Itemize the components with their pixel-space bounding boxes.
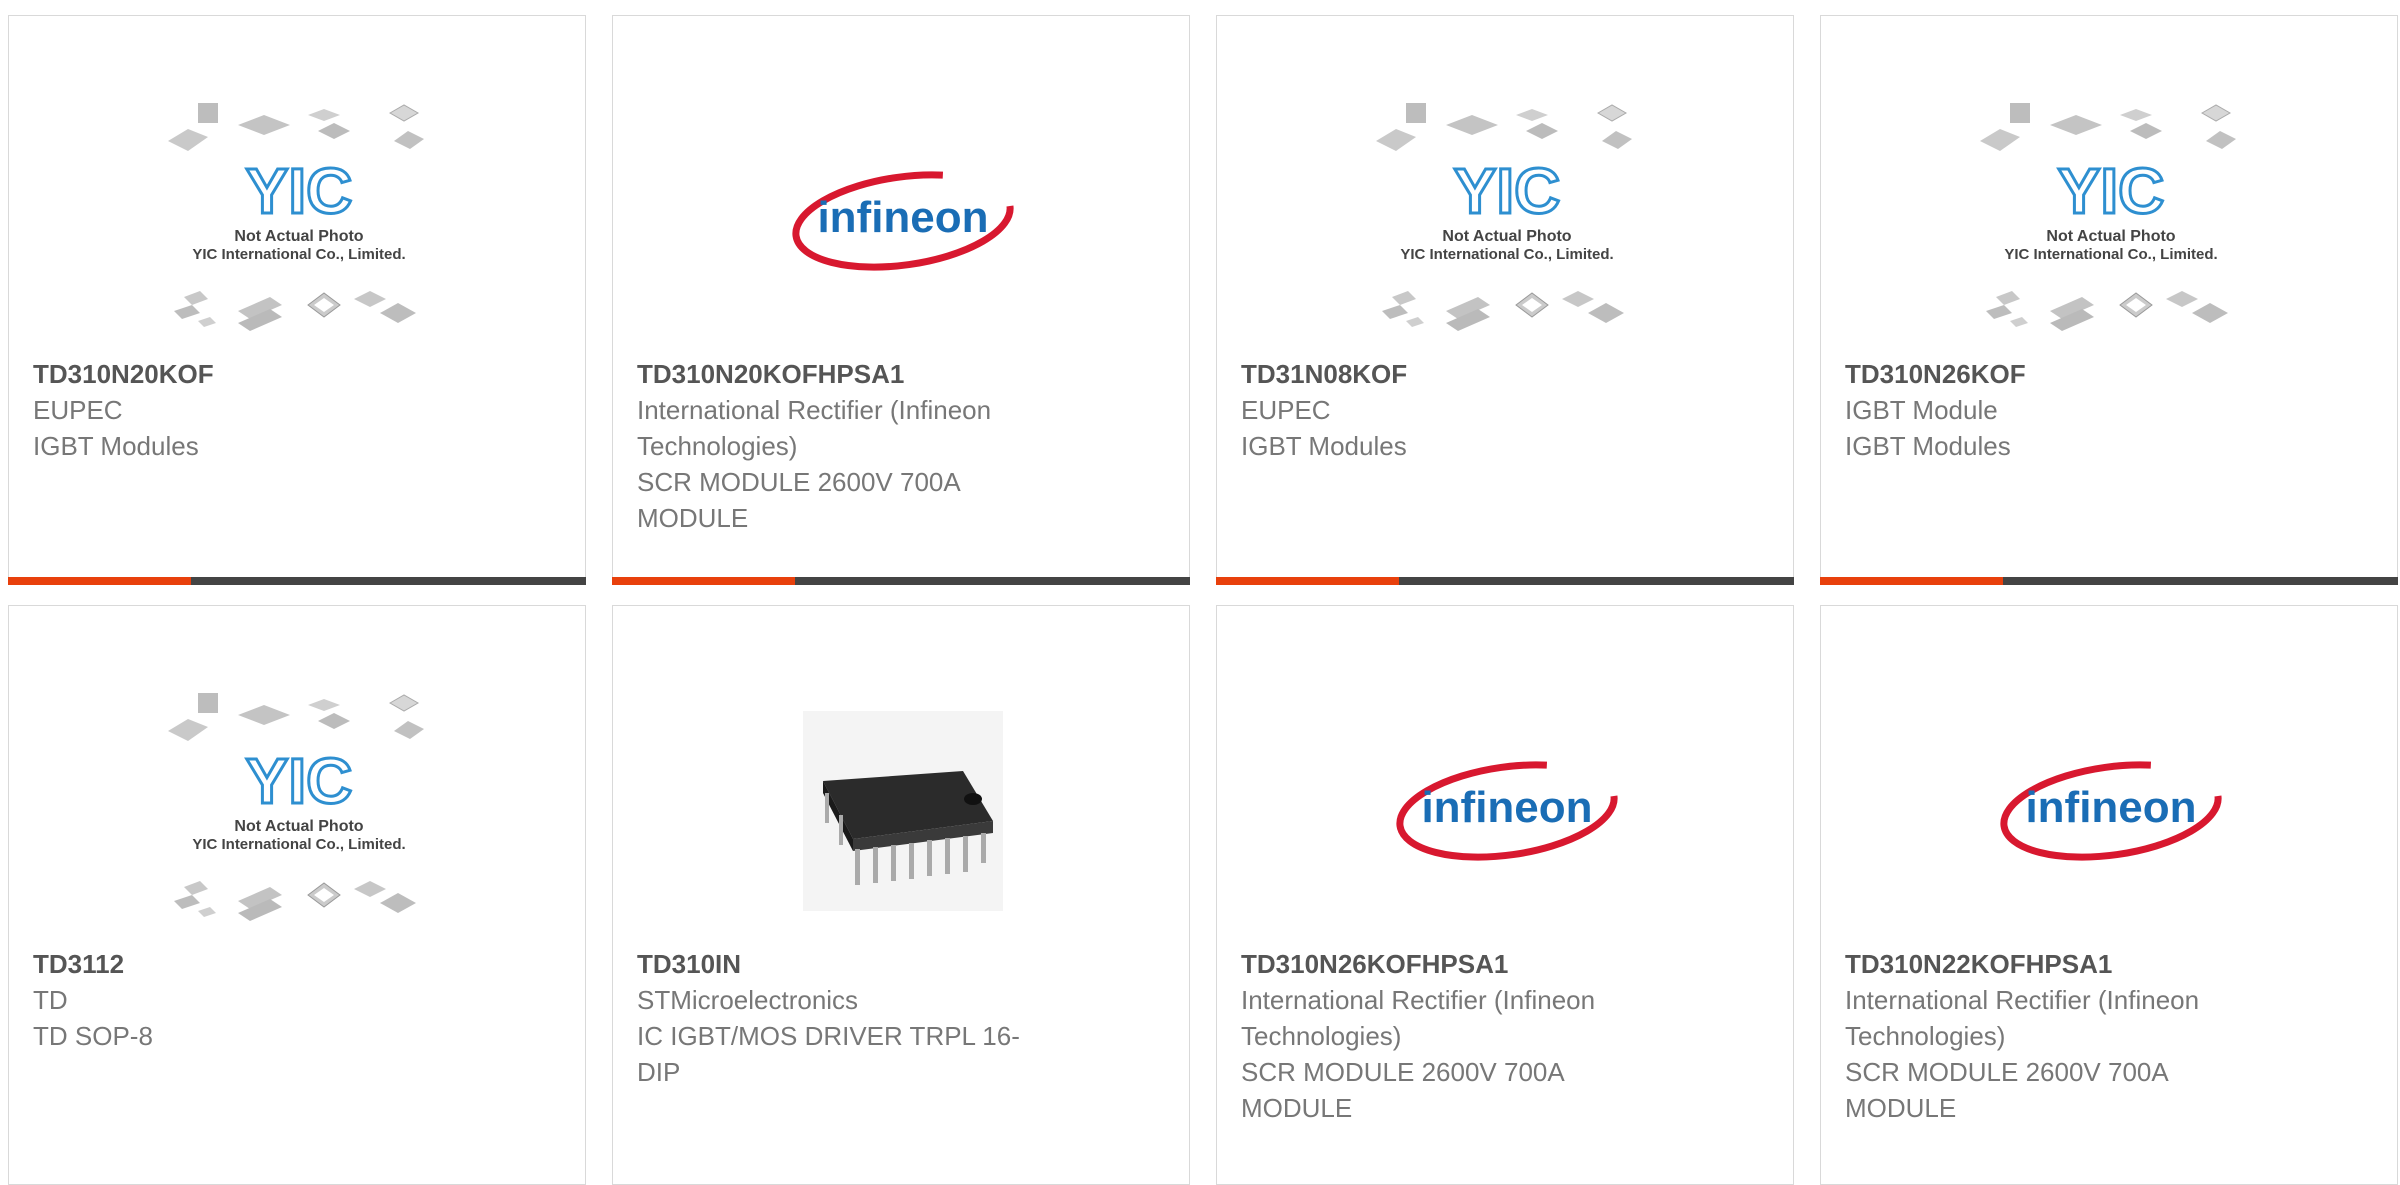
- part-number[interactable]: TD310N22KOFHPSA1: [1845, 946, 2345, 982]
- manufacturer: IGBT Module: [1845, 395, 1998, 425]
- infineon-logo: infineon: [753, 96, 1053, 346]
- product-card[interactable]: infineon TD310N26KOFHPSA1 International …: [1216, 605, 1794, 1185]
- part-number[interactable]: TD3112: [33, 946, 533, 982]
- product-card[interactable]: infineon TD310N22KOFHPSA1 International …: [1820, 605, 2398, 1185]
- manufacturer: TD: [33, 985, 68, 1015]
- card-bottom-bar: [1216, 577, 1794, 585]
- card-bottom-bar: [1820, 577, 2398, 585]
- manufacturer: International Rectifier (Infineon Techno…: [1845, 985, 2200, 1051]
- infineon-wordmark: infineon: [2025, 783, 2196, 832]
- infineon-wordmark: infineon: [817, 193, 988, 242]
- svg-text:YIC: YIC: [2058, 155, 2165, 227]
- part-number[interactable]: TD310N20KOFHPSA1: [637, 356, 1137, 392]
- card-accent-bar: [8, 577, 191, 585]
- svg-text:YIC: YIC: [246, 155, 353, 227]
- placeholder-line1: Not Actual Photo: [2046, 228, 2175, 245]
- description: IC IGBT/MOS DRIVER TRPL 16-DIP: [637, 1021, 1020, 1087]
- part-number[interactable]: TD310N20KOF: [33, 356, 533, 392]
- placeholder-line2: YIC International Co., Limited.: [1400, 246, 1613, 263]
- product-card[interactable]: TD310IN STMicroelectronics IC IGBT/MOS D…: [612, 605, 1190, 1185]
- manufacturer: International Rectifier (Infineon Techno…: [637, 395, 992, 461]
- description: IGBT Modules: [1845, 431, 2011, 461]
- placeholder-line2: YIC International Co., Limited.: [192, 246, 405, 263]
- placeholder-line2: YIC International Co., Limited.: [2004, 246, 2217, 263]
- part-number[interactable]: TD310N26KOF: [1845, 356, 2345, 392]
- part-number[interactable]: TD310N26KOFHPSA1: [1241, 946, 1741, 982]
- placeholder-line1: Not Actual Photo: [234, 228, 363, 245]
- svg-text:YIC: YIC: [1454, 155, 1561, 227]
- placeholder-line1: Not Actual Photo: [1442, 228, 1571, 245]
- description: TD SOP-8: [33, 1021, 153, 1051]
- card-bottom-bar: [612, 577, 1190, 585]
- svg-text:YIC: YIC: [246, 745, 353, 817]
- part-number[interactable]: TD310IN: [637, 946, 1137, 982]
- card-accent-bar: [1820, 577, 2003, 585]
- infineon-logo: infineon: [1357, 686, 1657, 936]
- description: IGBT Modules: [1241, 431, 1407, 461]
- product-card[interactable]: YIC Not Actual Photo YIC International C…: [1820, 15, 2398, 585]
- part-number[interactable]: TD31N08KOF: [1241, 356, 1741, 392]
- yic-placeholder-image: YIC Not Actual Photo YIC International C…: [149, 686, 449, 936]
- card-bottom-bar: [8, 577, 586, 585]
- infineon-wordmark: infineon: [1421, 783, 1592, 832]
- card-accent-bar: [612, 577, 795, 585]
- description: SCR MODULE 2600V 700A MODULE: [637, 467, 960, 533]
- yic-placeholder-image: YIC Not Actual Photo YIC International C…: [149, 96, 449, 346]
- description: SCR MODULE 2600V 700A MODULE: [1845, 1057, 2168, 1123]
- manufacturer: EUPEC: [1241, 395, 1331, 425]
- product-card[interactable]: YIC Not Actual Photo YIC International C…: [1216, 15, 1794, 585]
- manufacturer: STMicroelectronics: [637, 985, 859, 1015]
- dip-chip-photo: [753, 686, 1053, 936]
- product-grid: YIC Not Actual Photo YIC International C…: [0, 0, 2400, 1185]
- placeholder-line1: Not Actual Photo: [234, 818, 363, 835]
- product-card[interactable]: YIC Not Actual Photo YIC International C…: [8, 15, 586, 585]
- yic-placeholder-image: YIC Not Actual Photo YIC International C…: [1961, 96, 2261, 346]
- manufacturer: International Rectifier (Infineon Techno…: [1241, 985, 1596, 1051]
- description: SCR MODULE 2600V 700A MODULE: [1241, 1057, 1564, 1123]
- product-card[interactable]: infineon TD310N20KOFHPSA1 International …: [612, 15, 1190, 585]
- placeholder-line2: YIC International Co., Limited.: [192, 836, 405, 853]
- product-card[interactable]: YIC Not Actual Photo YIC International C…: [8, 605, 586, 1185]
- description: IGBT Modules: [33, 431, 199, 461]
- card-accent-bar: [1216, 577, 1399, 585]
- yic-placeholder-image: YIC Not Actual Photo YIC International C…: [1357, 96, 1657, 346]
- manufacturer: EUPEC: [33, 395, 123, 425]
- infineon-logo: infineon: [1961, 686, 2261, 936]
